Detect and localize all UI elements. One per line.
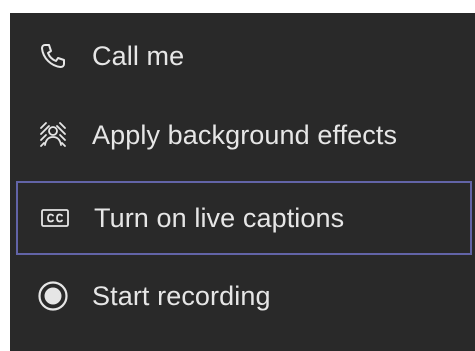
- call-me-label: Call me: [92, 40, 185, 71]
- turn-on-live-captions-label: Turn on live captions: [94, 202, 345, 233]
- more-actions-menu: Call me Apply background effects Turn on…: [10, 13, 475, 351]
- phone-icon: [36, 39, 70, 73]
- call-me-menu-item[interactable]: Call me: [10, 23, 473, 89]
- start-recording-label: Start recording: [92, 280, 271, 311]
- background-effects-icon: [36, 118, 70, 152]
- record-icon: [36, 279, 70, 313]
- closed-captions-icon: [38, 201, 72, 235]
- start-recording-menu-item[interactable]: Start recording: [10, 263, 473, 329]
- apply-background-effects-label: Apply background effects: [92, 119, 398, 150]
- turn-on-live-captions-menu-item[interactable]: Turn on live captions: [16, 181, 472, 255]
- apply-background-effects-menu-item[interactable]: Apply background effects: [10, 102, 473, 168]
